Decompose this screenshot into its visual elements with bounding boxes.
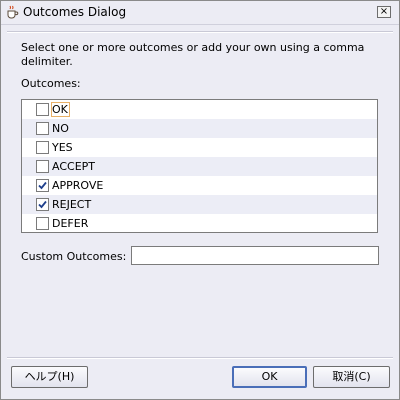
outcome-checkbox[interactable]: [36, 103, 49, 116]
java-cup-icon: [7, 5, 19, 19]
outcome-checkbox[interactable]: [36, 160, 49, 173]
outcome-label: NO: [52, 122, 69, 135]
outcome-label: REJECT: [52, 198, 92, 211]
close-icon: ×: [379, 6, 389, 17]
outcome-checkbox[interactable]: [36, 122, 49, 135]
outcome-label: OK: [52, 103, 68, 116]
checkmark-icon: [38, 181, 47, 190]
button-divider: [7, 357, 393, 359]
outcomes-label: Outcomes:: [21, 77, 81, 90]
outcome-checkbox[interactable]: [36, 179, 49, 192]
custom-outcomes-input[interactable]: [131, 246, 379, 265]
outcome-label: YES: [52, 141, 73, 154]
outcome-label: APPROVE: [52, 179, 104, 192]
outcome-row[interactable]: YES: [22, 138, 377, 157]
outcome-row[interactable]: ACCEPT: [22, 157, 377, 176]
outcome-row[interactable]: OK: [22, 100, 377, 119]
title-divider: [7, 31, 393, 33]
title-bar: Outcomes Dialog ×: [1, 1, 399, 25]
outcome-row[interactable]: DEFER: [22, 214, 377, 232]
window-title: Outcomes Dialog: [23, 5, 127, 19]
checkmark-icon: [38, 200, 47, 209]
outcome-row[interactable]: APPROVE: [22, 176, 377, 195]
instruction-text: Select one or more outcomes or add your …: [21, 41, 365, 68]
outcome-row[interactable]: NO: [22, 119, 377, 138]
outcomes-list[interactable]: OK NO YES ACCEPT APPROVE REJECT DEFER: [21, 99, 378, 233]
close-button[interactable]: ×: [377, 6, 391, 18]
ok-button[interactable]: OK: [232, 366, 307, 388]
outcome-label: DEFER: [52, 217, 89, 230]
outcome-checkbox[interactable]: [36, 198, 49, 211]
outcome-label: ACCEPT: [52, 160, 95, 173]
custom-outcomes-label: Custom Outcomes:: [21, 250, 127, 263]
cancel-button[interactable]: 取消(C): [313, 366, 390, 388]
outcomes-dialog: Outcomes Dialog × Select one or more out…: [0, 0, 400, 400]
outcome-row[interactable]: REJECT: [22, 195, 377, 214]
outcome-checkbox[interactable]: [36, 141, 49, 154]
help-button[interactable]: ヘルプ(H): [11, 366, 88, 388]
outcome-checkbox[interactable]: [36, 217, 49, 230]
